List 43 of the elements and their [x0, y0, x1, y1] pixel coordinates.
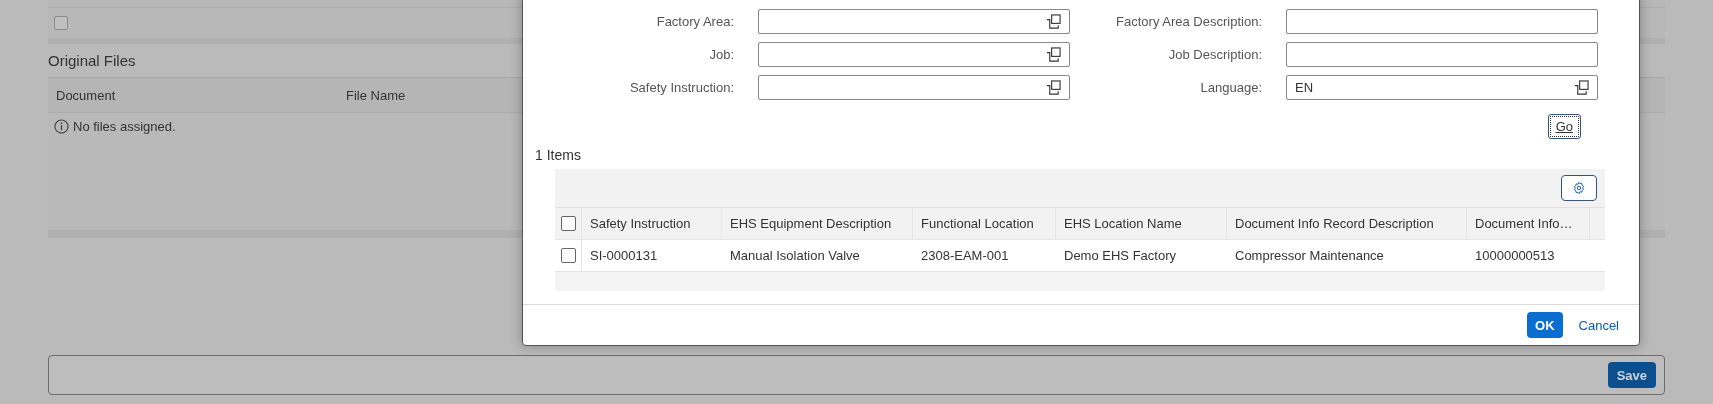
- table-cell-text: 10000000513: [1474, 247, 1556, 265]
- settings-icon: [1572, 181, 1586, 195]
- input-field[interactable]: [1286, 42, 1598, 67]
- field-label: Safety Instruction:: [628, 80, 734, 95]
- table-cell-text: 2308-EAM-001: [920, 247, 1010, 265]
- empty-message: No files assigned.: [73, 119, 176, 134]
- ok-button[interactable]: OK: [1527, 312, 1563, 338]
- column-header: Document: [55, 87, 117, 103]
- column-header[interactable]: EHS Location Name: [1056, 208, 1227, 239]
- info-icon: [54, 119, 69, 134]
- table-cell-text: Manual Isolation Valve: [729, 247, 861, 265]
- cancel-button[interactable]: Cancel: [1578, 317, 1619, 333]
- go-button[interactable]: Go: [1547, 114, 1581, 139]
- column-header[interactable]: Document Info…: [1467, 208, 1590, 239]
- column-header[interactable]: EHS Equipment Description: [722, 208, 913, 239]
- save-button[interactable]: Save: [1607, 362, 1656, 388]
- input-field[interactable]: [758, 75, 1070, 100]
- settings-button[interactable]: [1561, 175, 1597, 201]
- field-label: Job:: [708, 47, 734, 62]
- value-help-icon[interactable]: [1574, 80, 1589, 95]
- table-cell-text: Demo EHS Factory: [1063, 247, 1177, 265]
- input-field[interactable]: [758, 9, 1070, 34]
- table-cell-text: Compressor Maintenance: [1234, 247, 1385, 265]
- section-title: Original Files: [48, 52, 136, 69]
- column-header[interactable]: Document Info Record Description: [1227, 208, 1467, 239]
- column-header[interactable]: Safety Instruction: [582, 208, 722, 239]
- checkbox[interactable]: [54, 16, 68, 30]
- checkbox[interactable]: [560, 216, 576, 231]
- field-label: Language:: [1199, 80, 1262, 95]
- input-field[interactable]: [1286, 9, 1598, 34]
- input-field[interactable]: EN: [1286, 75, 1598, 100]
- items-count: 1 Items: [534, 146, 582, 165]
- field-label: Factory Area Description:: [1115, 14, 1262, 29]
- field-label: Job Description:: [1167, 47, 1262, 62]
- input-field[interactable]: [758, 42, 1070, 67]
- checkbox[interactable]: [560, 248, 576, 263]
- column-header[interactable]: Functional Location: [913, 208, 1056, 239]
- column-header: File Name: [345, 87, 407, 103]
- value-help-icon[interactable]: [1046, 14, 1061, 29]
- field-label: Factory Area:: [655, 14, 734, 29]
- value-help-icon[interactable]: [1046, 80, 1061, 95]
- value-help-icon[interactable]: [1046, 47, 1061, 62]
- table-cell-text: SI-0000131: [589, 247, 659, 265]
